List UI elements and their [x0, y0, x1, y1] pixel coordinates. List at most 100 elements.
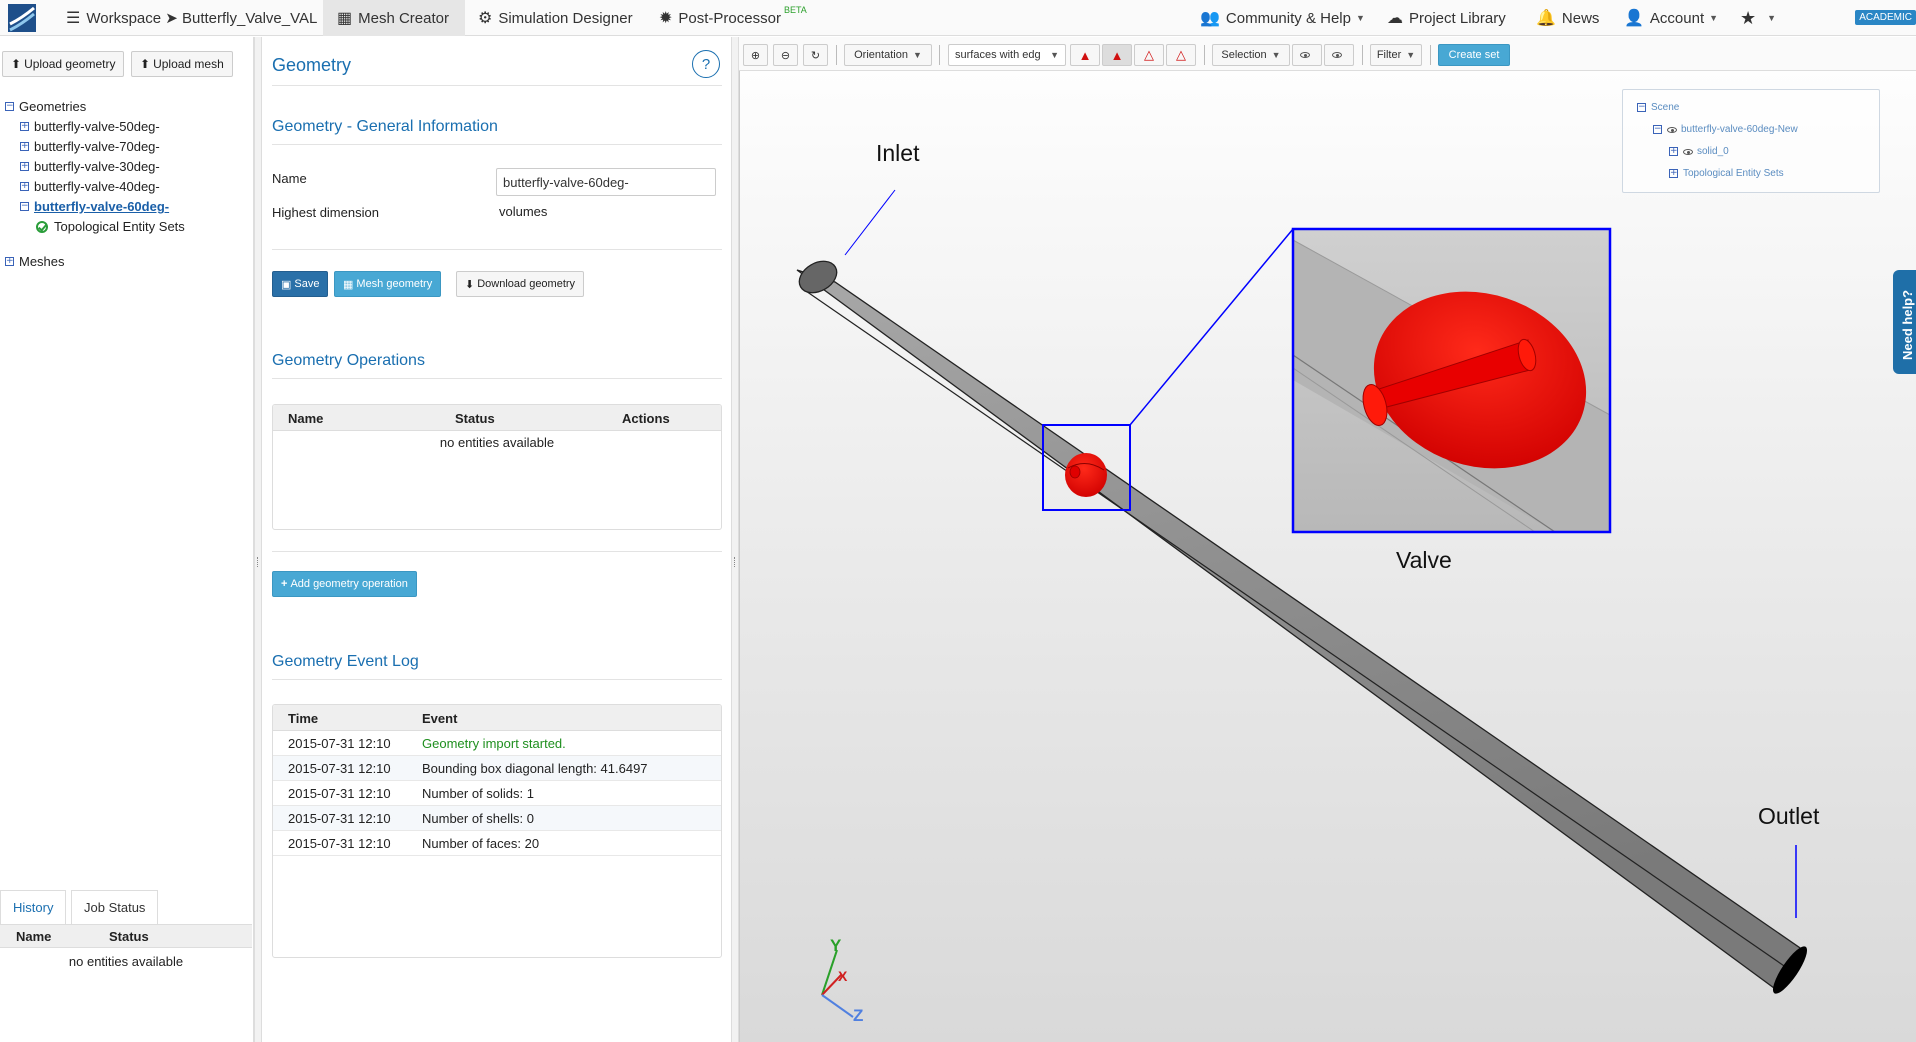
expand-icon[interactable]: + — [5, 257, 14, 266]
upload-mesh-button[interactable]: ⬆ Upload mesh — [131, 51, 233, 77]
topological-label: Topological Entity Sets — [1683, 168, 1784, 179]
col-name: Name — [288, 411, 324, 426]
render-surfaces-button[interactable]: ▲ — [1070, 44, 1100, 66]
scene-tree-model[interactable]: − butterfly-valve-60deg-New — [1653, 124, 1798, 135]
download-geometry-button[interactable]: ⬇ Download geometry — [456, 271, 585, 297]
nav-account[interactable]: 👤 Account ▼ — [1624, 0, 1718, 36]
orientation-dropdown[interactable]: Orientation ▼ — [844, 44, 932, 66]
user-icon: 👤 — [1624, 10, 1644, 27]
save-button[interactable]: ▣ Save — [272, 271, 329, 297]
col-event: Event — [422, 711, 458, 726]
upload-geometry-button[interactable]: ⬆ Upload geometry — [2, 51, 125, 77]
workspace-label: Workspace ➤ Butterfly_Valve_VAL — [86, 10, 318, 27]
expand-icon[interactable]: + — [1669, 147, 1678, 156]
collapse-icon[interactable]: − — [20, 202, 29, 211]
tree-item-label: butterfly-valve-70deg- — [34, 139, 160, 154]
expand-icon[interactable]: + — [20, 182, 29, 191]
create-set-button[interactable]: Create set — [1438, 44, 1510, 66]
nav-simulation-designer[interactable]: ⚙ Simulation Designer — [478, 0, 633, 36]
reset-view-button[interactable]: ↻ — [803, 44, 828, 66]
scene-tree-solid[interactable]: + solid_0 — [1669, 146, 1729, 157]
hide-selection-button[interactable] — [1292, 44, 1322, 66]
render-mode-select[interactable]: surfaces with edg ▼ — [948, 44, 1066, 66]
solid-label: solid_0 — [1697, 146, 1729, 157]
tree-item-geometry[interactable]: + butterfly-valve-40deg- — [20, 179, 160, 194]
table-row: 2015-07-31 12:10 Number of faces: 20 — [273, 831, 721, 856]
collapse-icon[interactable]: − — [5, 102, 14, 111]
divider — [272, 551, 722, 552]
table-row: 2015-07-31 12:10 Bounding box diagonal l… — [273, 756, 721, 781]
tree-geometries[interactable]: − Geometries — [5, 99, 86, 114]
log-event: Number of shells: 0 — [422, 811, 534, 826]
selection-dropdown[interactable]: Selection ▼ — [1212, 44, 1290, 66]
zoom-out-button[interactable]: ⊖ — [773, 44, 798, 66]
tree-item-geometry[interactable]: + butterfly-valve-70deg- — [20, 139, 160, 154]
log-time: 2015-07-31 12:10 — [288, 736, 391, 751]
nav-news[interactable]: 🔔 News — [1536, 0, 1599, 36]
tree-item-geometry[interactable]: + butterfly-valve-30deg- — [20, 159, 160, 174]
log-event: Number of faces: 20 — [422, 836, 540, 851]
highest-dimension-value: volumes — [499, 204, 548, 219]
right-splitter[interactable] — [731, 37, 739, 1042]
beta-badge: BETA — [783, 5, 807, 15]
nav-favorites[interactable]: ★ ▼ — [1740, 0, 1776, 36]
filter-dropdown[interactable]: Filter ▼ — [1370, 44, 1422, 66]
name-input[interactable] — [496, 168, 716, 196]
name-label: Name — [272, 171, 307, 186]
render-points-button[interactable]: △ — [1166, 44, 1196, 66]
tree-item-topological-sets[interactable]: Topological Entity Sets — [36, 219, 185, 234]
collapse-icon[interactable]: − — [1637, 103, 1646, 112]
expand-icon[interactable]: + — [1669, 169, 1678, 178]
zoom-in-button[interactable]: ⊕ — [743, 44, 768, 66]
caret-down-icon: ▼ — [1709, 13, 1719, 23]
left-tree-panel: ⬆ Upload geometry ⬆ Upload mesh − Geomet… — [0, 37, 254, 1042]
add-operation-label: Add geometry operation — [290, 578, 408, 590]
collapse-icon[interactable]: − — [1653, 125, 1662, 134]
scene-tree-topological[interactable]: + Topological Entity Sets — [1669, 168, 1784, 179]
expand-icon[interactable]: + — [20, 162, 29, 171]
tree-item-label: Topological Entity Sets — [54, 219, 185, 234]
eye-icon[interactable] — [1683, 148, 1693, 155]
academic-badge: ACADEMIC — [1855, 10, 1916, 25]
tab-job-status[interactable]: Job Status — [71, 890, 159, 924]
tree-item-label: butterfly-valve-50deg- — [34, 119, 160, 134]
check-circle-icon — [36, 220, 48, 233]
nav-post-processor-label: Post-Processor — [678, 9, 781, 27]
table-row: 2015-07-31 12:10 Number of solids: 1 — [273, 781, 721, 806]
show-all-button[interactable] — [1324, 44, 1354, 66]
render-wireframe-button[interactable]: △ — [1134, 44, 1164, 66]
bottom-tabs: History Job Status Name Status no entiti… — [0, 890, 254, 1042]
download-geometry-label: Download geometry — [477, 278, 576, 290]
render-surfaces-edges-button[interactable]: ▲ — [1102, 44, 1132, 66]
edged-triangle-icon: ▲ — [1110, 47, 1124, 63]
nav-mesh-creator[interactable]: ▦ Mesh Creator — [323, 0, 465, 36]
help-button[interactable]: ? — [692, 50, 720, 78]
general-info-title: Geometry - General Information — [272, 118, 498, 135]
nav-project-library[interactable]: ☁ Project Library — [1387, 0, 1506, 36]
top-navbar: ☰ Workspace ➤ Butterfly_Valve_VAL ▦ Mesh… — [0, 0, 1916, 36]
outlet-label: Outlet — [1758, 803, 1820, 829]
expand-icon[interactable]: + — [20, 142, 29, 151]
nav-post-processor[interactable]: ✹ Post-Processor BETA — [659, 0, 807, 36]
simscale-logo-icon[interactable] — [8, 4, 36, 32]
workspace-breadcrumb[interactable]: ☰ Workspace ➤ Butterfly_Valve_VAL — [66, 0, 317, 36]
left-splitter[interactable] — [254, 37, 262, 1042]
expand-icon[interactable]: + — [20, 122, 29, 131]
tree-meshes[interactable]: + Meshes — [5, 254, 65, 269]
grid-icon: ▦ — [337, 10, 353, 27]
tab-history[interactable]: History — [0, 890, 67, 924]
scene-tree-root[interactable]: − Scene — [1637, 102, 1679, 113]
valve-label: Valve — [1396, 547, 1452, 573]
nav-community-help[interactable]: 👥 Community & Help ▼ — [1200, 0, 1365, 36]
tree-item-geometry[interactable]: + butterfly-valve-50deg- — [20, 119, 160, 134]
scene-label: Scene — [1651, 102, 1680, 113]
eye-icon[interactable] — [1667, 126, 1677, 133]
log-time: 2015-07-31 12:10 — [288, 836, 391, 851]
mesh-geometry-button[interactable]: ▦ Mesh geometry — [334, 271, 442, 297]
col-status: Status — [455, 411, 495, 426]
filter-label: Filter — [1376, 49, 1402, 61]
tree-item-label[interactable]: butterfly-valve-60deg- — [34, 199, 169, 214]
need-help-tab[interactable]: Need help? — [1893, 270, 1916, 374]
add-geometry-operation-button[interactable]: + Add geometry operation — [272, 571, 417, 597]
tree-item-selected-geometry[interactable]: − butterfly-valve-60deg- — [20, 199, 169, 214]
